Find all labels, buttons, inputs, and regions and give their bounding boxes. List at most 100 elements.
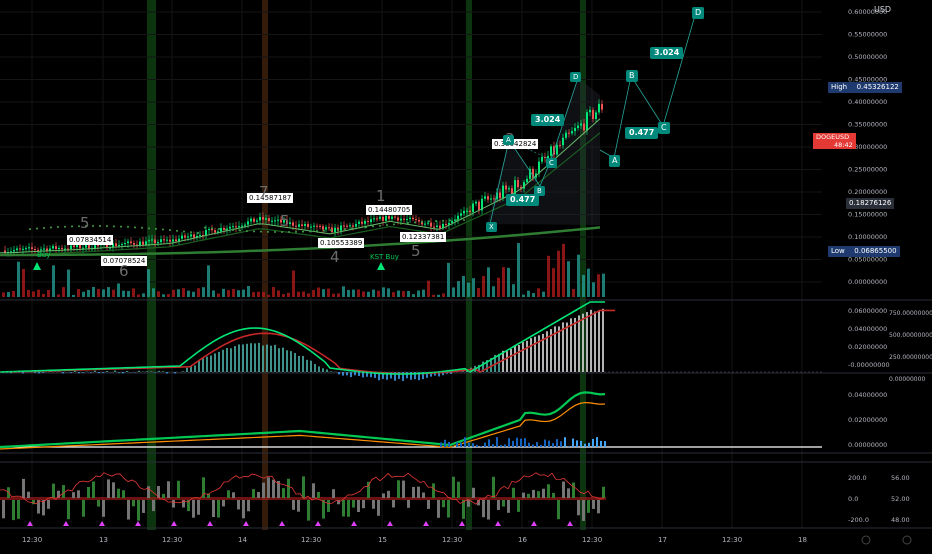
macd-bar bbox=[558, 326, 560, 372]
time-axis-tick: 18 bbox=[798, 536, 807, 544]
volume-bar bbox=[572, 289, 575, 297]
osc-bar bbox=[492, 444, 494, 447]
macd-bar bbox=[302, 356, 304, 372]
candle-body bbox=[592, 110, 594, 119]
candle-body bbox=[268, 218, 270, 221]
rsi-bar bbox=[302, 476, 305, 498]
rsi-bar bbox=[192, 500, 195, 518]
osc-bar bbox=[588, 443, 590, 447]
candle-body bbox=[133, 243, 135, 245]
low-value: 0.06865500 bbox=[854, 247, 896, 255]
osc-bar bbox=[568, 446, 570, 447]
candle-body bbox=[232, 226, 234, 227]
projection-a: A bbox=[609, 155, 620, 167]
rsi-bar bbox=[407, 500, 410, 508]
macd-bar bbox=[306, 360, 308, 372]
channel-dot bbox=[316, 230, 318, 232]
candle-body bbox=[208, 229, 210, 230]
wave-number-4: 5 bbox=[280, 213, 290, 229]
rsi-bar bbox=[432, 483, 435, 498]
candle-body bbox=[376, 218, 378, 219]
macd-bar bbox=[602, 309, 604, 372]
macd-right-tick: 500.00000000 bbox=[889, 332, 932, 339]
rsi-bar bbox=[542, 489, 545, 498]
rsi-bar bbox=[422, 493, 425, 498]
candle-body bbox=[307, 224, 309, 227]
channel-dot bbox=[225, 229, 227, 231]
macd-axis-tick: 0.02000000 bbox=[848, 343, 887, 351]
volume-bar bbox=[467, 282, 470, 297]
channel-dot bbox=[281, 231, 283, 233]
osc-bar bbox=[504, 444, 506, 447]
volume-bar bbox=[542, 292, 545, 297]
volume-bar bbox=[87, 290, 90, 297]
candle-body bbox=[82, 248, 84, 249]
rsi-bar bbox=[2, 500, 5, 518]
candle-body bbox=[484, 196, 486, 198]
symbol-badge: DOGEUSD 48:42 bbox=[813, 133, 856, 149]
candle-body bbox=[193, 234, 195, 237]
candle-body bbox=[403, 219, 405, 220]
volume-bar bbox=[472, 278, 475, 297]
macd-bar bbox=[250, 343, 252, 372]
osc-bar bbox=[540, 445, 542, 447]
volume-bar bbox=[397, 291, 400, 297]
macd-bar bbox=[230, 348, 232, 372]
candle-body bbox=[568, 133, 570, 134]
candle-body bbox=[391, 217, 393, 219]
candle-body bbox=[367, 221, 369, 222]
rsi-bar bbox=[447, 500, 450, 518]
osc-bar bbox=[596, 437, 598, 447]
volume-bar bbox=[22, 269, 25, 297]
macd-bar bbox=[146, 371, 148, 372]
macd-bar bbox=[530, 338, 532, 372]
rsi-bar bbox=[497, 500, 500, 510]
volume-bar bbox=[237, 290, 240, 297]
candle-body bbox=[541, 157, 543, 162]
volume-bar bbox=[517, 243, 520, 297]
candle-body bbox=[451, 221, 453, 223]
candle-body bbox=[328, 227, 330, 228]
rsi-bar bbox=[437, 500, 440, 518]
macd-bar bbox=[330, 371, 332, 372]
wave-number-5: 4 bbox=[330, 249, 340, 265]
rsi-axis-tick: -200.0 bbox=[848, 516, 869, 524]
price-axis-tick: 0.15000000 bbox=[848, 211, 887, 219]
chart-stage[interactable]: 0.600000000.550000000.500000000.45000000… bbox=[0, 0, 932, 550]
macd-bar bbox=[590, 310, 592, 372]
price-label-1: 0.07834514 bbox=[67, 235, 113, 245]
volume-bar bbox=[182, 288, 185, 297]
macd-bar bbox=[202, 358, 204, 372]
volume-bar bbox=[177, 289, 180, 297]
macd-bar bbox=[102, 372, 104, 373]
channel-dot bbox=[358, 227, 360, 229]
volume-bar bbox=[107, 287, 110, 297]
volume-bar bbox=[432, 295, 435, 297]
volume-bar bbox=[477, 288, 480, 297]
candle-body bbox=[172, 239, 174, 241]
wave-number-2: 6 bbox=[119, 263, 129, 279]
volume-bar bbox=[567, 261, 570, 297]
candle-body bbox=[388, 216, 390, 219]
harmonic-ratio-2: 0.477 bbox=[506, 194, 539, 206]
rsi-bar bbox=[457, 482, 460, 498]
candle-body bbox=[355, 224, 357, 227]
price-axis-tick: 0.20000000 bbox=[848, 188, 887, 196]
price-axis-tick: 0.00000000 bbox=[848, 278, 887, 286]
price-label-5: 0.14480705 bbox=[366, 205, 412, 215]
price-chart[interactable]: 0.600000000.550000000.500000000.45000000… bbox=[0, 0, 932, 550]
channel-dot bbox=[218, 228, 220, 230]
volume-bar bbox=[462, 276, 465, 297]
rsi-bar bbox=[427, 500, 430, 509]
channel-dot bbox=[176, 230, 178, 232]
candle-body bbox=[259, 217, 261, 220]
candle-body bbox=[262, 217, 264, 220]
rsi-bar bbox=[52, 484, 55, 498]
volume-bar bbox=[187, 291, 190, 297]
osc-bar bbox=[544, 440, 546, 447]
candle-body bbox=[583, 124, 585, 131]
candle-body bbox=[412, 218, 414, 219]
rsi-bar bbox=[117, 489, 120, 498]
candle-body bbox=[22, 249, 24, 250]
macd-bar bbox=[198, 360, 200, 372]
